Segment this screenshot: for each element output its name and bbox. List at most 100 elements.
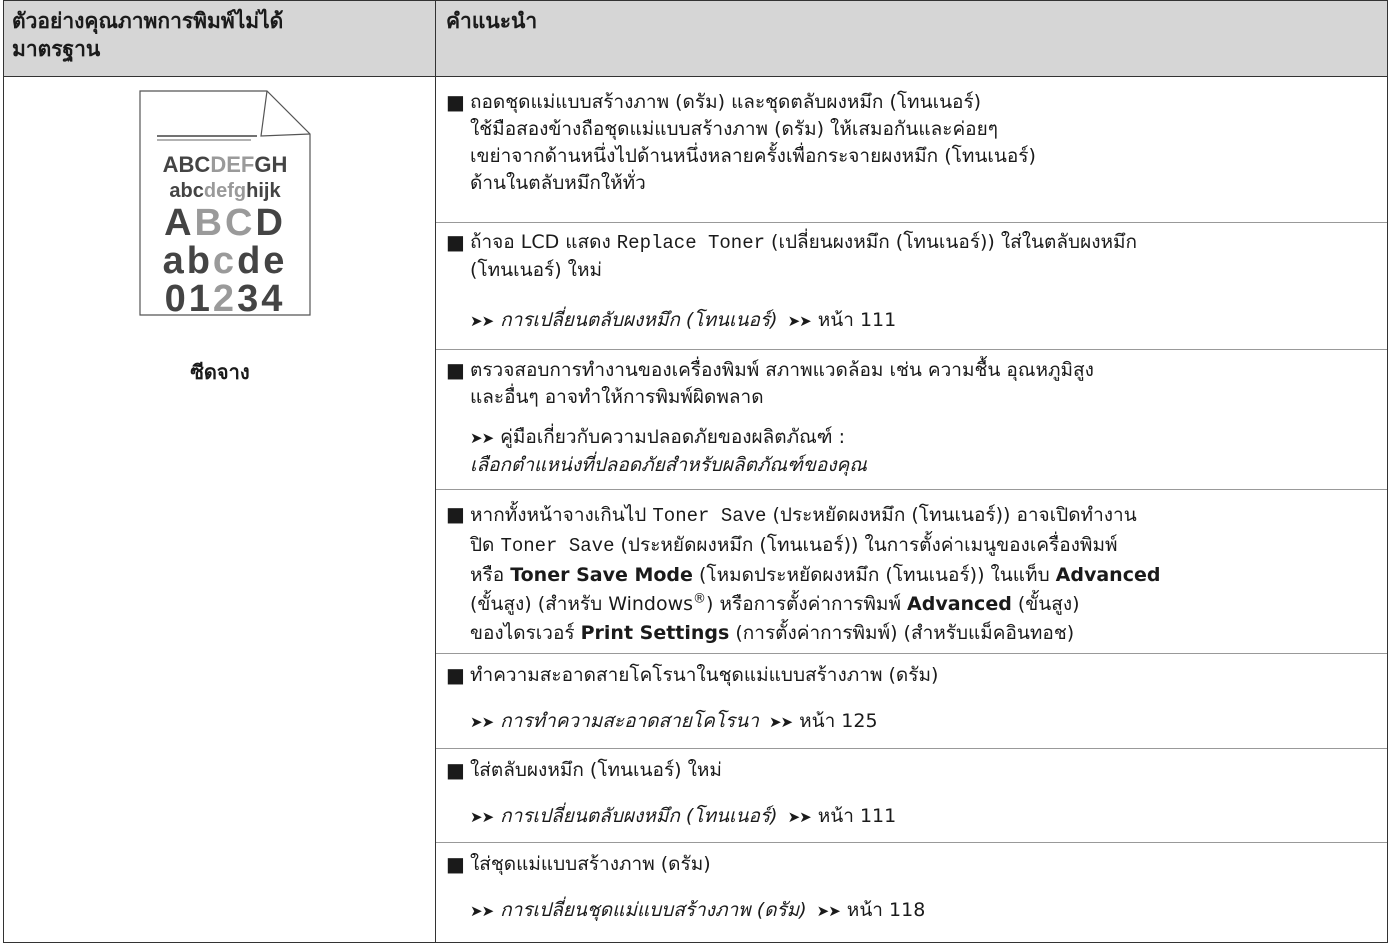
tip-text: ถอดชุดแม่แบบสร้างภาพ (ดรัม) และชุดตลับผง… — [470, 89, 1379, 197]
header-advice-column: คำแนะนำ — [446, 9, 538, 33]
sample-text: DEF — [210, 152, 255, 177]
header-sample-line2: มาตรฐาน — [12, 37, 101, 61]
sample-text: ab — [162, 240, 213, 282]
sample-line-4: abcde — [139, 242, 311, 280]
tip-row: ■ ทำความสะอาดสายโคโรนาในชุดแม่แบบสร้างภา… — [436, 653, 1387, 749]
page-reference[interactable]: หน้า 111 — [818, 805, 897, 827]
tip-row: ■ ตรวจสอบการทำงานของเครื่องพิมพ์ สภาพแวด… — [436, 349, 1387, 490]
sample-column: ABCDEFGH abcdefghijk ABCD abcde 01234 ซี… — [4, 76, 436, 942]
reference-link[interactable]: เลือกตำแหน่งที่ปลอดภัยสำหรับผลิตภัณฑ์ของ… — [470, 452, 1379, 479]
lcd-message-code: Replace Toner — [616, 232, 766, 254]
table-header: ตัวอย่างคุณภาพการพิมพ์ไม่ได้ มาตรฐาน คำแ… — [4, 1, 1387, 77]
double-arrow-icon: ➤➤ — [470, 713, 494, 731]
reference-link[interactable]: การเปลี่ยนตลับผงหมึก (โทนเนอร์) — [500, 805, 777, 827]
reference-link[interactable]: การทำความสะอาดสายโคโรนา — [500, 710, 759, 732]
tip-line: ตรวจสอบการทำงานของเครื่องพิมพ์ สภาพแวดล้… — [470, 359, 1094, 381]
double-arrow-icon: ➤➤ — [470, 312, 494, 330]
sample-text: de — [237, 240, 288, 282]
registered-mark: ® — [693, 591, 707, 607]
tip-line: หรือ Toner Save Mode (โหมดประหยัดผงหมึก … — [470, 561, 1379, 590]
driver-tab-name: Advanced — [907, 593, 1012, 615]
page-reference[interactable]: หน้า 111 — [818, 309, 897, 331]
sample-line-3: ABCD — [139, 204, 311, 242]
tip-line: ปิด Toner Save (ประหยัดผงหมึก (โทนเนอร์)… — [470, 531, 1379, 561]
square-bullet-icon: ■ — [446, 230, 465, 254]
tip-text-part: (ประหยัดผงหมึก (โทนเนอร์)) ในการตั้งค่าเ… — [614, 534, 1118, 556]
driver-option-name: Toner Save Mode — [510, 564, 693, 586]
tip-text: ตรวจสอบการทำงานของเครื่องพิมพ์ สภาพแวดล้… — [470, 357, 1379, 411]
tip-text-part: หรือ — [470, 564, 511, 586]
tip-text: ใส่ชุดแม่แบบสร้างภาพ (ดรัม) — [470, 853, 711, 875]
sample-text: 34 — [237, 278, 286, 320]
sample-text: A — [164, 202, 195, 244]
tip-text-part: ถ้าจอ LCD แสดง — [470, 231, 617, 253]
square-bullet-icon: ■ — [446, 90, 465, 114]
tip-row: ■ ใส่ชุดแม่แบบสร้างภาพ (ดรัม) ➤➤ การเปลี่… — [436, 842, 1387, 942]
double-arrow-icon: ➤➤ — [816, 902, 841, 920]
tip-line: ด้านในตลับหมึกให้ทั่ว — [470, 172, 646, 194]
reference-title[interactable]: คู่มือเกี่ยวกับความปลอดภัยของผลิตภัณฑ์ : — [500, 426, 845, 448]
menu-setting-code: Toner Save — [652, 505, 767, 527]
tip-line: (โทนเนอร์) ใหม่ — [470, 259, 603, 281]
tip-line: ใช้มือสองข้างถือชุดแม่แบบสร้างภาพ (ดรัม)… — [470, 118, 998, 140]
sample-text: 01 — [164, 278, 213, 320]
tip-line: ของไดรเวอร์ Print Settings (การตั้งค่ากา… — [470, 619, 1379, 648]
header-sample-column: ตัวอย่างคุณภาพการพิมพ์ไม่ได้ มาตรฐาน — [4, 1, 436, 76]
tip-row: ■ ถ้าจอ LCD แสดง Replace Toner (เปลี่ยนผ… — [436, 222, 1387, 350]
double-arrow-icon: ➤➤ — [470, 429, 494, 447]
page-reference[interactable]: หน้า 125 — [799, 710, 878, 732]
sample-text: D — [255, 202, 286, 244]
sample-line-2: abcdefghijk — [139, 178, 311, 204]
cross-reference: ➤➤ การเปลี่ยนตลับผงหมึก (โทนเนอร์) ➤➤ หน้า… — [470, 803, 1379, 831]
sample-text: GH — [254, 152, 288, 177]
reference-link[interactable]: การเปลี่ยนตลับผงหมึก (โทนเนอร์) — [500, 309, 777, 331]
tip-text-part: (การตั้งค่าการพิมพ์) (สำหรับแม็คอินทอช) — [729, 622, 1075, 644]
tip-text-part: (ประหยัดผงหมึก (โทนเนอร์)) อาจเปิดทำงาน — [766, 504, 1137, 526]
page-reference[interactable]: หน้า 118 — [847, 899, 926, 921]
tip-line: ถ้าจอ LCD แสดง Replace Toner (เปลี่ยนผงห… — [470, 229, 1379, 257]
tip-text-part: (ขั้นสูง) — [1011, 593, 1080, 615]
sample-text: defg — [203, 180, 247, 202]
tip-line: ถอดชุดแม่แบบสร้างภาพ (ดรัม) และชุดตลับผง… — [470, 91, 982, 113]
double-arrow-icon: ➤➤ — [470, 902, 494, 920]
square-bullet-icon: ■ — [446, 502, 465, 526]
tip-text-part: (เปลี่ยนผงหมึก (โทนเนอร์)) ใส่ในตลับผงหม… — [765, 231, 1138, 253]
reference-link[interactable]: การเปลี่ยนชุดแม่แบบสร้างภาพ (ดรัม) — [500, 899, 806, 921]
double-arrow-icon: ➤➤ — [470, 808, 494, 826]
cross-reference: ➤➤ การทำความสะอาดสายโคโรนา ➤➤ หน้า 125 — [470, 708, 1379, 736]
tip-row: ■ หากทั้งหน้าจางเกินไป Toner Save (ประหย… — [436, 489, 1387, 654]
driver-dialog-name: Print Settings — [580, 622, 730, 644]
sample-text: hijk — [246, 180, 281, 202]
tip-text-part: (โหมดประหยัดผงหมึก (โทนเนอร์)) ในแท็บ — [692, 564, 1056, 586]
square-bullet-icon: ■ — [446, 852, 465, 876]
troubleshooting-table: ตัวอย่างคุณภาพการพิมพ์ไม่ได้ มาตรฐาน คำแ… — [3, 0, 1388, 943]
tip-line: (ขั้นสูง) (สำหรับ Windows®) หรือการตั้งค… — [470, 590, 1379, 619]
tip-line: และอื่นๆ อาจทำให้การพิมพ์ผิดพลาด — [470, 386, 764, 408]
sample-text: c — [212, 240, 238, 282]
double-arrow-icon: ➤➤ — [787, 312, 812, 330]
cross-reference: ➤➤ การเปลี่ยนชุดแม่แบบสร้างภาพ (ดรัม) ➤➤ ห… — [470, 897, 1379, 925]
cross-reference: ➤➤ คู่มือเกี่ยวกับความปลอดภัยของผลิตภัณฑ์… — [470, 424, 1379, 479]
sample-line-5: 01234 — [139, 280, 311, 318]
tip-text: ทำความสะอาดสายโคโรนาในชุดแม่แบบสร้างภาพ … — [470, 664, 939, 686]
sample-text: ABC — [162, 152, 211, 177]
tip-text-part: ) หรือการตั้งค่าการพิมพ์ — [706, 593, 908, 615]
cross-reference: ➤➤ การเปลี่ยนตลับผงหมึก (โทนเนอร์) ➤➤ หน้า… — [470, 307, 1379, 335]
tip-text-part: หากทั้งหน้าจางเกินไป — [470, 504, 653, 526]
sample-text: C — [225, 202, 256, 244]
double-arrow-icon: ➤➤ — [768, 713, 793, 731]
tip-text-part: ปิด — [470, 534, 501, 556]
double-arrow-icon: ➤➤ — [787, 808, 812, 826]
sample-text-block: ABCDEFGH abcdefghijk ABCD abcde 01234 — [139, 152, 311, 318]
tip-line: เขย่าจากด้านหนึ่งไปด้านหนึ่งหลายครั้งเพื… — [470, 145, 1036, 167]
tip-text-part: (ขั้นสูง) (สำหรับ Windows — [470, 593, 694, 615]
driver-tab-name: Advanced — [1055, 564, 1161, 586]
tip-text: ถ้าจอ LCD แสดง Replace Toner (เปลี่ยนผงห… — [470, 229, 1379, 284]
sample-caption: ซีดจาง — [190, 360, 250, 384]
tip-text: หากทั้งหน้าจางเกินไป Toner Save (ประหยัด… — [470, 501, 1379, 648]
menu-setting-code: Toner Save — [500, 535, 615, 557]
square-bullet-icon: ■ — [446, 663, 465, 687]
sample-line-1: ABCDEFGH — [139, 152, 311, 178]
tip-text-part: ของไดรเวอร์ — [470, 622, 581, 644]
tip-text: ใส่ตลับผงหมึก (โทนเนอร์) ใหม่ — [470, 759, 722, 781]
